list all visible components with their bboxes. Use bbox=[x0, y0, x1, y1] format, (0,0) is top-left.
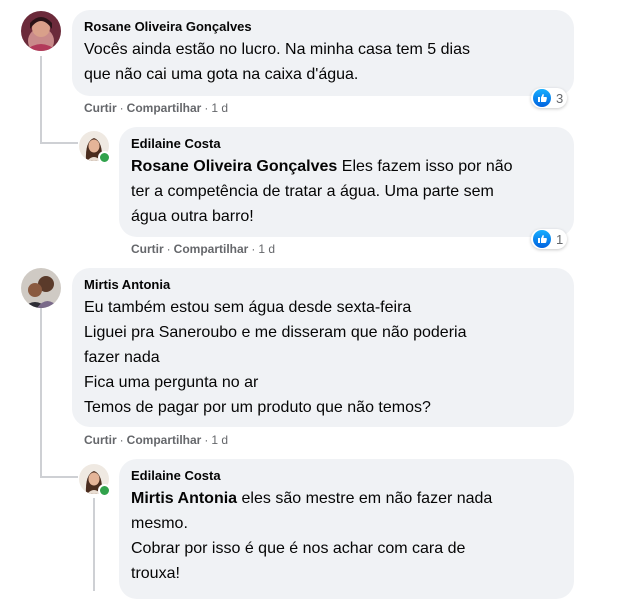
comment-bubble: Edilaine Costa Rosane Oliveira Gonçalves… bbox=[119, 127, 574, 237]
comment-line: água outra barro! bbox=[131, 208, 254, 225]
comment-text: Rosane Oliveira Gonçalves Eles fazem iss… bbox=[131, 154, 562, 229]
share-button[interactable]: Compartilhar bbox=[127, 433, 202, 447]
comment-bubble: Mirtis Antonia Eu também estou sem água … bbox=[72, 268, 574, 427]
thread-line bbox=[40, 476, 78, 478]
comment-line: fazer nada bbox=[84, 349, 160, 366]
comment-author[interactable]: Edilaine Costa bbox=[131, 467, 562, 484]
comment-line: eles são mestre em não fazer nada bbox=[237, 490, 493, 507]
thread-line bbox=[40, 142, 78, 144]
like-button[interactable]: Curtir bbox=[84, 101, 117, 115]
thread-line bbox=[40, 308, 42, 478]
online-status-dot bbox=[98, 484, 111, 497]
online-status-dot bbox=[98, 151, 111, 164]
comment-author[interactable]: Edilaine Costa bbox=[131, 135, 562, 152]
comment-line: Eles fazem isso por não bbox=[337, 158, 513, 175]
profile-photo bbox=[21, 11, 61, 51]
timestamp[interactable]: 1 d bbox=[211, 101, 228, 115]
reaction-count[interactable]: 1 bbox=[531, 229, 568, 249]
avatar[interactable] bbox=[21, 11, 61, 51]
share-button[interactable]: Compartilhar bbox=[174, 242, 249, 256]
comment-line: Cobrar por isso é que é nos achar com ca… bbox=[131, 540, 466, 557]
comment-bubble: Rosane Oliveira Gonçalves Vocês ainda es… bbox=[72, 10, 574, 96]
comment-line: Vocês ainda estão no lucro. Na minha cas… bbox=[84, 41, 470, 58]
thread-line bbox=[93, 498, 95, 591]
like-icon bbox=[533, 230, 551, 248]
comment-line: Liguei pra Saneroubo e me disseram que n… bbox=[84, 324, 467, 341]
comment-line: ter a competência de tratar a água. Uma … bbox=[131, 183, 494, 200]
timestamp[interactable]: 1 d bbox=[258, 242, 275, 256]
share-button[interactable]: Compartilhar bbox=[127, 101, 202, 115]
comment-actions: Curtir · Compartilhar · 1 d bbox=[131, 242, 276, 256]
comment-line: trouxa! bbox=[131, 565, 180, 582]
comment-line: Eu também estou sem água desde sexta-fei… bbox=[84, 299, 412, 316]
mention-link[interactable]: Mirtis Antonia bbox=[131, 490, 237, 507]
reaction-count-value: 1 bbox=[556, 231, 564, 247]
comment-bubble: Edilaine Costa Mirtis Antonia eles são m… bbox=[119, 459, 574, 599]
reaction-count-value: 3 bbox=[556, 90, 564, 106]
thread-line bbox=[40, 56, 42, 144]
comment-author[interactable]: Mirtis Antonia bbox=[84, 276, 562, 293]
comment-line: Temos de pagar por um produto que não te… bbox=[84, 399, 431, 416]
mention-link[interactable]: Rosane Oliveira Gonçalves bbox=[131, 158, 337, 175]
comment-text: Mirtis Antonia eles são mestre em não fa… bbox=[131, 486, 562, 586]
comment-line: mesmo. bbox=[131, 515, 188, 532]
like-button[interactable]: Curtir bbox=[84, 433, 117, 447]
comment-actions: Curtir · Compartilhar · 1 d bbox=[84, 433, 229, 447]
comment-line: Fica uma pergunta no ar bbox=[84, 374, 259, 391]
timestamp[interactable]: 1 d bbox=[211, 433, 228, 447]
reaction-count[interactable]: 3 bbox=[531, 88, 568, 108]
profile-photo bbox=[21, 268, 61, 308]
comment-text: Vocês ainda estão no lucro. Na minha cas… bbox=[84, 37, 562, 87]
like-button[interactable]: Curtir bbox=[131, 242, 164, 256]
like-icon bbox=[533, 89, 551, 107]
comment-author[interactable]: Rosane Oliveira Gonçalves bbox=[84, 18, 562, 35]
comment-line: que não cai uma gota na caixa d'água. bbox=[84, 66, 359, 83]
comment-text: Eu também estou sem água desde sexta-fei… bbox=[84, 295, 562, 420]
comment-actions: Curtir · Compartilhar · 1 d bbox=[84, 101, 229, 115]
avatar[interactable] bbox=[21, 268, 61, 308]
